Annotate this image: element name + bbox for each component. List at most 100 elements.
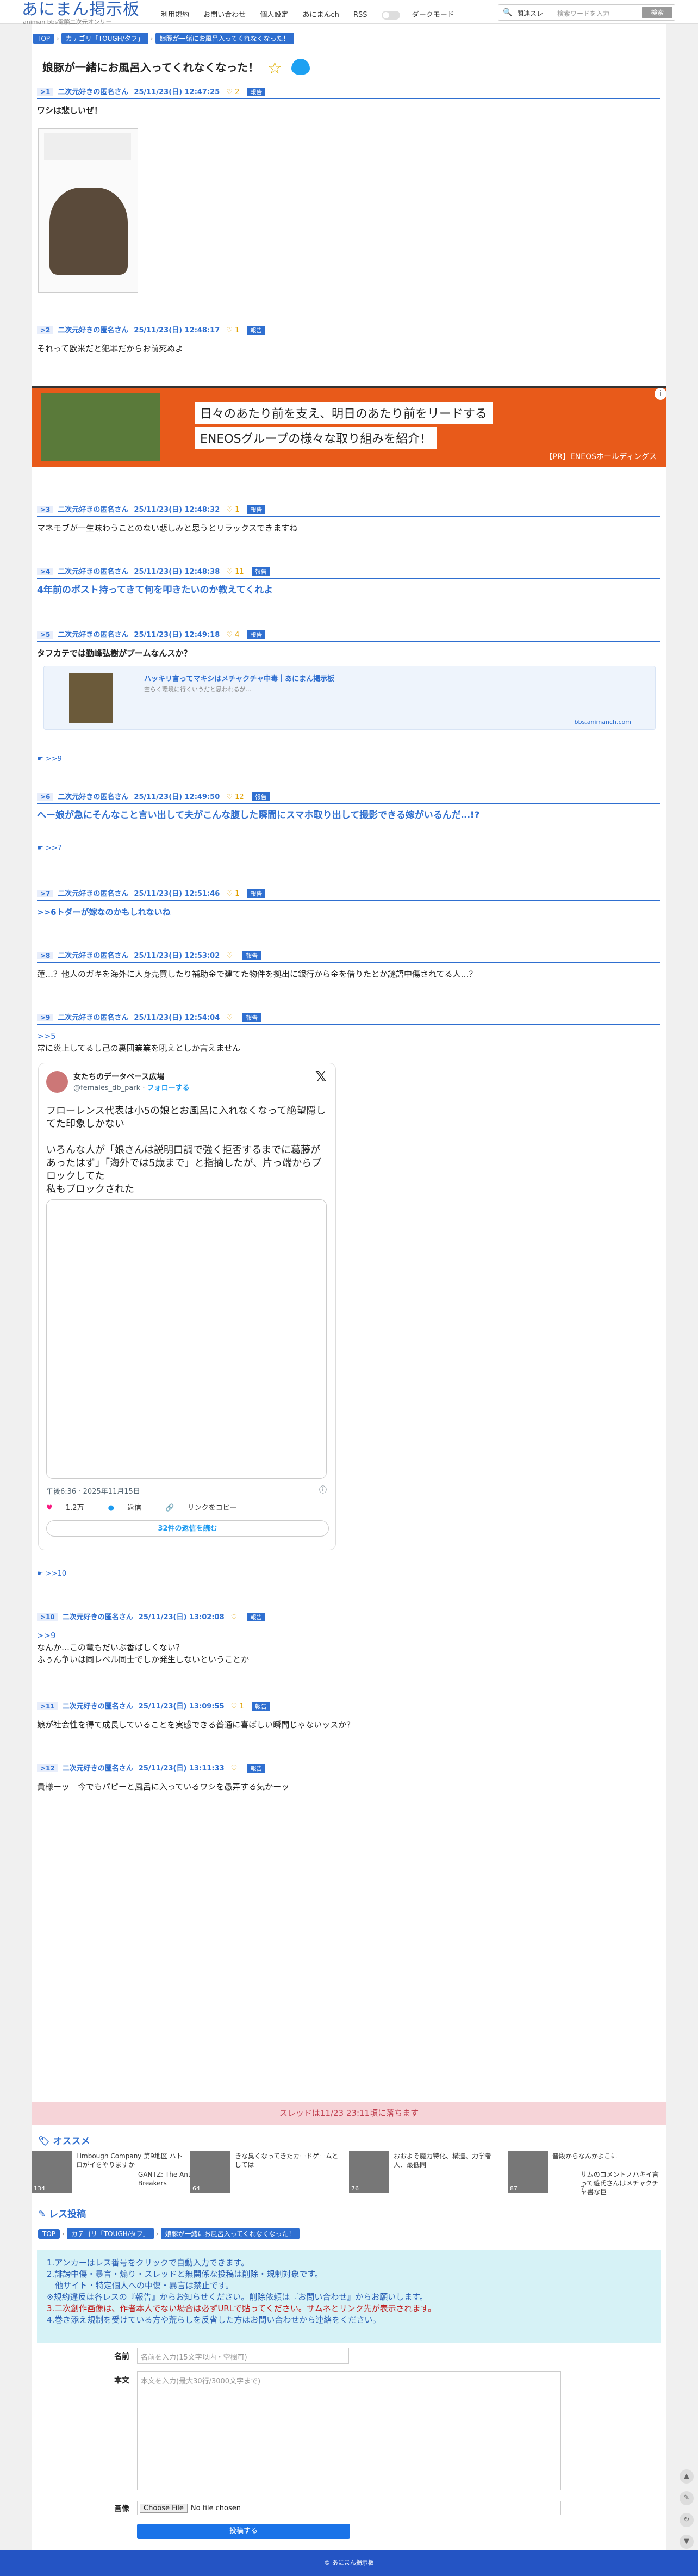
breadcrumb-category[interactable]: カテゴリ「TOUGH/タフ」 xyxy=(61,33,148,44)
like-count[interactable]: ♡ 4 xyxy=(226,631,239,639)
report-button[interactable]: 報告 xyxy=(247,326,266,335)
tweet-follow-button[interactable]: フォローする xyxy=(147,1084,190,1092)
like-count[interactable]: ♡ 12 xyxy=(226,793,244,801)
body-textarea[interactable]: 本文を入力(最大30行/3000文字まで) xyxy=(137,2371,561,2490)
post-date: 25/11/23(日) 12:48:17 xyxy=(134,326,220,335)
ad-info-icon[interactable]: i xyxy=(655,388,666,400)
like-count[interactable]: ♡ 2 xyxy=(226,88,239,96)
twitter-share-icon[interactable] xyxy=(291,59,310,75)
choose-file-button[interactable]: Choose File xyxy=(140,2504,188,2513)
dark-mode-toggle[interactable] xyxy=(381,10,400,20)
x-logo-icon[interactable]: 𝕏 xyxy=(315,1069,327,1085)
post: >4 二次元好きの匿名さん 25/11/23(日) 12:48:38 ♡ 11 報告 4… xyxy=(37,566,660,596)
like-count[interactable]: ♡ 1 xyxy=(231,1702,244,1711)
report-button[interactable]: 報告 xyxy=(251,567,270,576)
post-number[interactable]: >9 xyxy=(37,1014,54,1021)
reply-form-heading: ✎ レス投稿 xyxy=(38,2206,86,2220)
tweet-read-replies-button[interactable]: 32件の返信を読む xyxy=(46,1520,329,1537)
tweet-handle-text: @females_db_park xyxy=(73,1084,141,1092)
breadcrumb-thread[interactable]: 娘豚が一緒にお風呂入ってくれなくなった！ xyxy=(160,2228,300,2239)
link-icon: 🔗 xyxy=(165,1504,174,1512)
breadcrumb-thread[interactable]: 娘豚が一緒にお風呂入ってくれなくなった！ xyxy=(155,33,294,44)
star-icon[interactable]: ☆ xyxy=(267,59,282,78)
reply-link[interactable]: ☛ >>10 xyxy=(37,1570,660,1578)
report-button[interactable]: 報告 xyxy=(247,889,266,898)
nav-terms[interactable]: 利用規約 xyxy=(161,11,189,19)
top-nav: 利用規約 お問い合わせ 個人設定 あにまんch RSS ダークモード xyxy=(161,9,466,20)
like-count[interactable]: ♡ 1 xyxy=(226,890,239,898)
post-number[interactable]: >6 xyxy=(37,793,54,801)
recommend-item[interactable]: 64 きな臭くなってきたカードゲームとしては xyxy=(190,2151,348,2193)
tweet-author-name[interactable]: 女たちのデータベース広場 xyxy=(73,1071,164,1082)
refresh-icon[interactable]: ↻ xyxy=(680,2513,694,2527)
post-number[interactable]: >4 xyxy=(37,568,54,575)
post-number[interactable]: >8 xyxy=(37,952,54,959)
site-logo[interactable]: あにまん掲示板 xyxy=(22,1,140,18)
report-button[interactable]: 報告 xyxy=(247,1613,266,1621)
reply-link[interactable]: ☛ >>9 xyxy=(37,755,660,763)
like-count[interactable]: ♡ 1 xyxy=(226,506,239,514)
like-count[interactable]: ♡ xyxy=(231,1613,240,1621)
reply-link-text: >>9 xyxy=(45,755,62,763)
search-input[interactable]: 検索ワードを入力 xyxy=(557,9,609,18)
submit-button[interactable]: 投稿する xyxy=(137,2524,350,2539)
advertisement[interactable]: 日々のあたり前を支え、明日のあたり前をリードする ENEOSグループの様々な取り… xyxy=(32,386,666,467)
post-anchor-link[interactable]: >>9 xyxy=(37,1630,660,1642)
recommend-item[interactable]: 76 おおよそ魔力特化、構造、力学者人、最低同 xyxy=(349,2151,507,2193)
recommend-count: 76 xyxy=(351,2185,359,2192)
nav-rss[interactable]: RSS xyxy=(353,11,367,19)
post-date: 25/11/23(日) 12:53:02 xyxy=(134,952,220,960)
tweet-copy-link-button[interactable]: 🔗 リンクをコピー xyxy=(165,1504,247,1512)
search-button[interactable]: 検索 xyxy=(642,7,672,18)
post-image[interactable] xyxy=(38,128,138,293)
like-count[interactable]: ♡ 1 xyxy=(226,326,239,335)
post-number[interactable]: >10 xyxy=(37,1613,58,1621)
recommend-item[interactable]: GANTZ: The Ant Breakers xyxy=(138,2151,192,2193)
post-number[interactable]: >2 xyxy=(37,326,54,334)
tweet-avatar[interactable] xyxy=(46,1071,68,1093)
post-number[interactable]: >3 xyxy=(37,506,54,513)
post-number[interactable]: >12 xyxy=(37,1764,58,1772)
post-number[interactable]: >11 xyxy=(37,1702,58,1710)
report-button[interactable]: 報告 xyxy=(247,630,266,639)
nav-animanch[interactable]: あにまんch xyxy=(302,11,339,19)
tweet-timestamp[interactable]: 午後6:36 · 2025年11月15日 xyxy=(46,1485,140,1496)
post-number[interactable]: >5 xyxy=(37,631,54,639)
report-button[interactable]: 報告 xyxy=(251,1702,270,1711)
report-button[interactable]: 報告 xyxy=(247,88,266,96)
like-count[interactable]: ♡ xyxy=(231,1764,240,1773)
breadcrumb-top[interactable]: TOP xyxy=(33,34,55,44)
post-anchor-link[interactable]: >>5 xyxy=(37,1030,660,1042)
nav-contact[interactable]: お問い合わせ xyxy=(203,11,246,19)
report-button[interactable]: 報告 xyxy=(251,792,270,801)
tweet-reply-button[interactable]: ● 返信 xyxy=(108,1504,153,1512)
scroll-bottom-icon[interactable]: ▼ xyxy=(680,2535,694,2549)
breadcrumb-sep: › xyxy=(62,2230,65,2238)
nav-settings[interactable]: 個人設定 xyxy=(260,11,288,19)
edit-icon[interactable]: ✎ xyxy=(680,2491,694,2505)
scroll-top-icon[interactable]: ▲ xyxy=(680,2469,694,2484)
like-count[interactable]: ♡ xyxy=(226,952,235,960)
recommend-item[interactable]: サムのコメントノハキイ言って遊氏さんはメチャクチャ書な巨 7 xyxy=(581,2151,662,2196)
report-button[interactable]: 報告 xyxy=(242,951,261,960)
breadcrumb-top[interactable]: TOP xyxy=(38,2229,60,2239)
info-icon[interactable]: ⓘ xyxy=(319,1484,327,1495)
like-count[interactable]: ♡ 11 xyxy=(226,568,244,576)
name-field[interactable]: 名前を入力(15文字以内・空欄可) xyxy=(137,2348,349,2364)
reply-link[interactable]: ☛ >>7 xyxy=(37,844,660,852)
tweet-media[interactable] xyxy=(46,1199,327,1479)
like-count[interactable]: ♡ xyxy=(226,1014,235,1022)
link-card-domain: bbs.animanch.com xyxy=(574,719,631,726)
tweet-like-button[interactable]: ♥ 1.2万 xyxy=(46,1504,95,1512)
post-number[interactable]: >1 xyxy=(37,88,54,96)
post-header: >10 二次元好きの匿名さん 25/11/23(日) 13:02:08 ♡ 報告 xyxy=(37,1611,660,1624)
report-button[interactable]: 報告 xyxy=(247,1764,266,1773)
image-file-input[interactable]: Choose File No file chosen xyxy=(137,2501,561,2515)
link-card[interactable]: ハッキリ言ってマキシはメチャクチャ中毒｜あにまん掲示板 空らく環境に行くいうだと… xyxy=(43,666,656,730)
report-button[interactable]: 報告 xyxy=(242,1013,261,1022)
report-button[interactable]: 報告 xyxy=(247,505,266,514)
post-number[interactable]: >7 xyxy=(37,890,54,897)
post-body: 4年前のポスト持ってきて何を叩きたいのか教えてくれよ xyxy=(37,585,273,596)
search-sort-select[interactable]: 関連スレ xyxy=(517,9,543,18)
breadcrumb-category[interactable]: カテゴリ「TOUGH/タフ」 xyxy=(66,2228,154,2239)
